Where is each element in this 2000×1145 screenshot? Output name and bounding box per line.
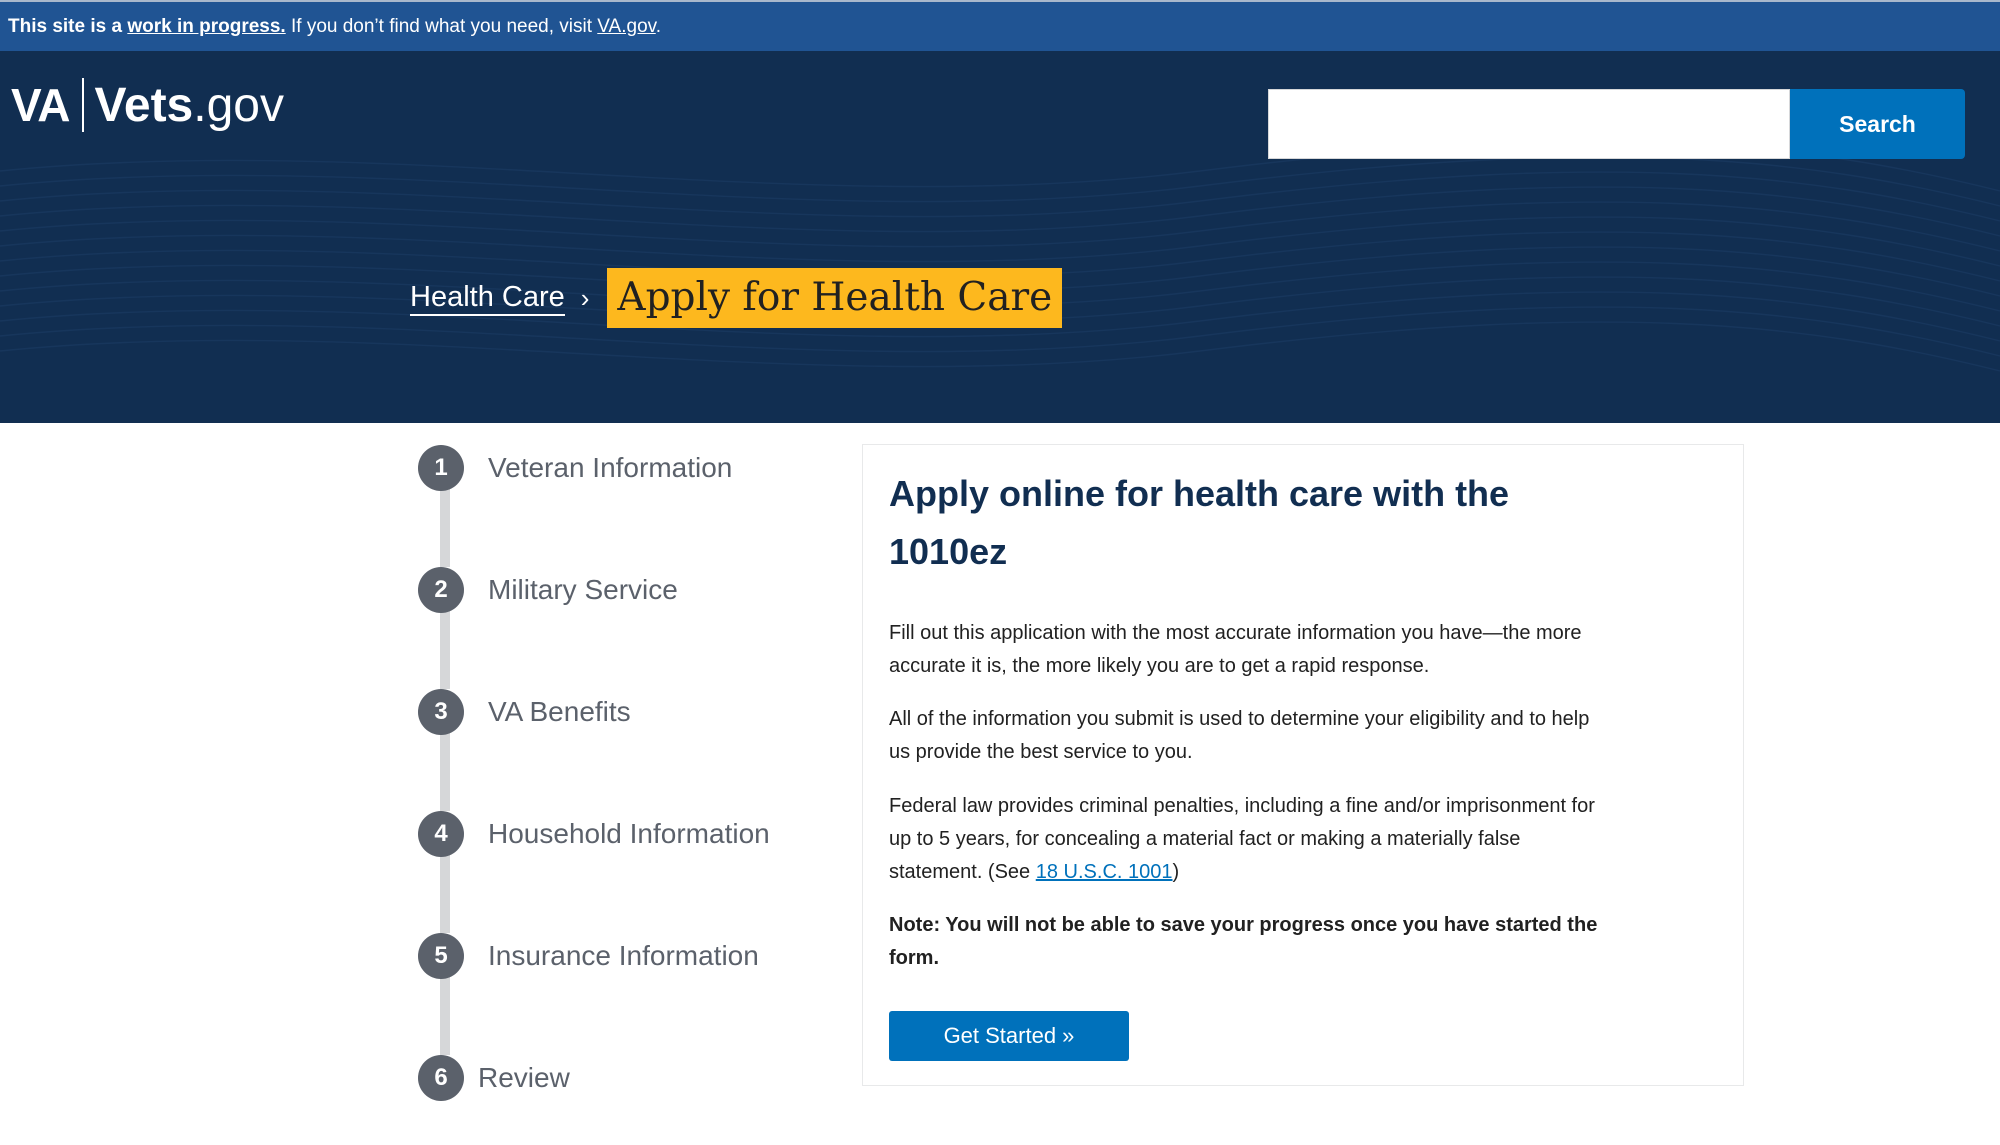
step-label: Review xyxy=(478,1062,570,1093)
search-input[interactable] xyxy=(1268,89,1790,159)
step-label: Insurance Information xyxy=(488,940,759,971)
logo-vets-text: Vets xyxy=(94,78,194,132)
intro-paragraph-eligibility: All of the information you submit is use… xyxy=(889,708,1590,763)
step-insurance-information: 5 Insurance Information xyxy=(418,933,759,979)
step-number: 4 xyxy=(418,811,464,857)
intro-title: Apply online for health care with the 10… xyxy=(889,473,1510,572)
va-gov-link[interactable]: VA.gov xyxy=(597,16,655,37)
step-number: 1 xyxy=(418,445,464,491)
logo-divider xyxy=(81,78,84,132)
search-button[interactable]: Search xyxy=(1790,89,1965,159)
federal-law-text: Federal law provides criminal penalties,… xyxy=(889,795,1595,883)
step-number: 3 xyxy=(418,689,464,735)
step-label: Household Information xyxy=(488,818,770,849)
step-connector xyxy=(440,489,450,567)
save-progress-note: Note: You will not be able to save your … xyxy=(889,914,1598,969)
intro-paragraph-accuracy: Fill out this application with the most … xyxy=(889,622,1582,677)
breadcrumb: Health Care › Apply for Health Care xyxy=(410,267,1063,329)
step-connector xyxy=(440,855,450,933)
breadcrumb-health-care-link[interactable]: Health Care xyxy=(410,280,565,316)
breadcrumb-separator: › xyxy=(580,282,590,313)
step-label: Military Service xyxy=(488,574,678,605)
intro-paragraph-federal-law: Federal law provides criminal penalties,… xyxy=(889,790,1609,889)
usc-1001-link[interactable]: 18 U.S.C. 1001 xyxy=(1036,861,1173,883)
step-number: 2 xyxy=(418,567,464,613)
step-connector xyxy=(440,733,450,811)
step-va-benefits: 3 VA Benefits xyxy=(418,689,631,735)
step-military-service: 2 Military Service xyxy=(418,567,678,613)
intro-panel: Apply online for health care with the 10… xyxy=(862,444,1744,1086)
work-in-progress-banner: This site is a work in progress. If you … xyxy=(0,0,2000,51)
federal-law-text-end: ) xyxy=(1172,861,1180,883)
banner-middle-text: If you don’t find what you need, visit xyxy=(290,16,592,37)
vets-gov-logo[interactable]: VA Vets .gov xyxy=(11,75,284,135)
step-connector xyxy=(440,977,450,1055)
step-veteran-information: 1 Veteran Information xyxy=(418,445,732,491)
banner-lead-text: This site is a xyxy=(8,16,123,37)
banner-end-text: . xyxy=(655,16,662,37)
page-title: Apply for Health Care xyxy=(607,268,1063,328)
get-started-button[interactable]: Get Started » xyxy=(889,1011,1129,1061)
work-in-progress-link[interactable]: work in progress. xyxy=(127,16,285,37)
step-number: 6 xyxy=(418,1055,464,1101)
step-review: 6 Review xyxy=(418,1055,570,1101)
step-household-information: 4 Household Information xyxy=(418,811,770,857)
step-number: 5 xyxy=(418,933,464,979)
site-header: VA Vets .gov Search Health Care › Apply f… xyxy=(0,51,2000,423)
step-label: Veteran Information xyxy=(488,452,733,483)
form-steps: 1 Veteran Information 2 Military Service… xyxy=(418,445,818,1105)
logo-va-text: VA xyxy=(11,79,70,131)
step-connector xyxy=(440,611,450,689)
logo-gov-text: .gov xyxy=(193,78,284,132)
step-label: VA Benefits xyxy=(488,696,631,727)
